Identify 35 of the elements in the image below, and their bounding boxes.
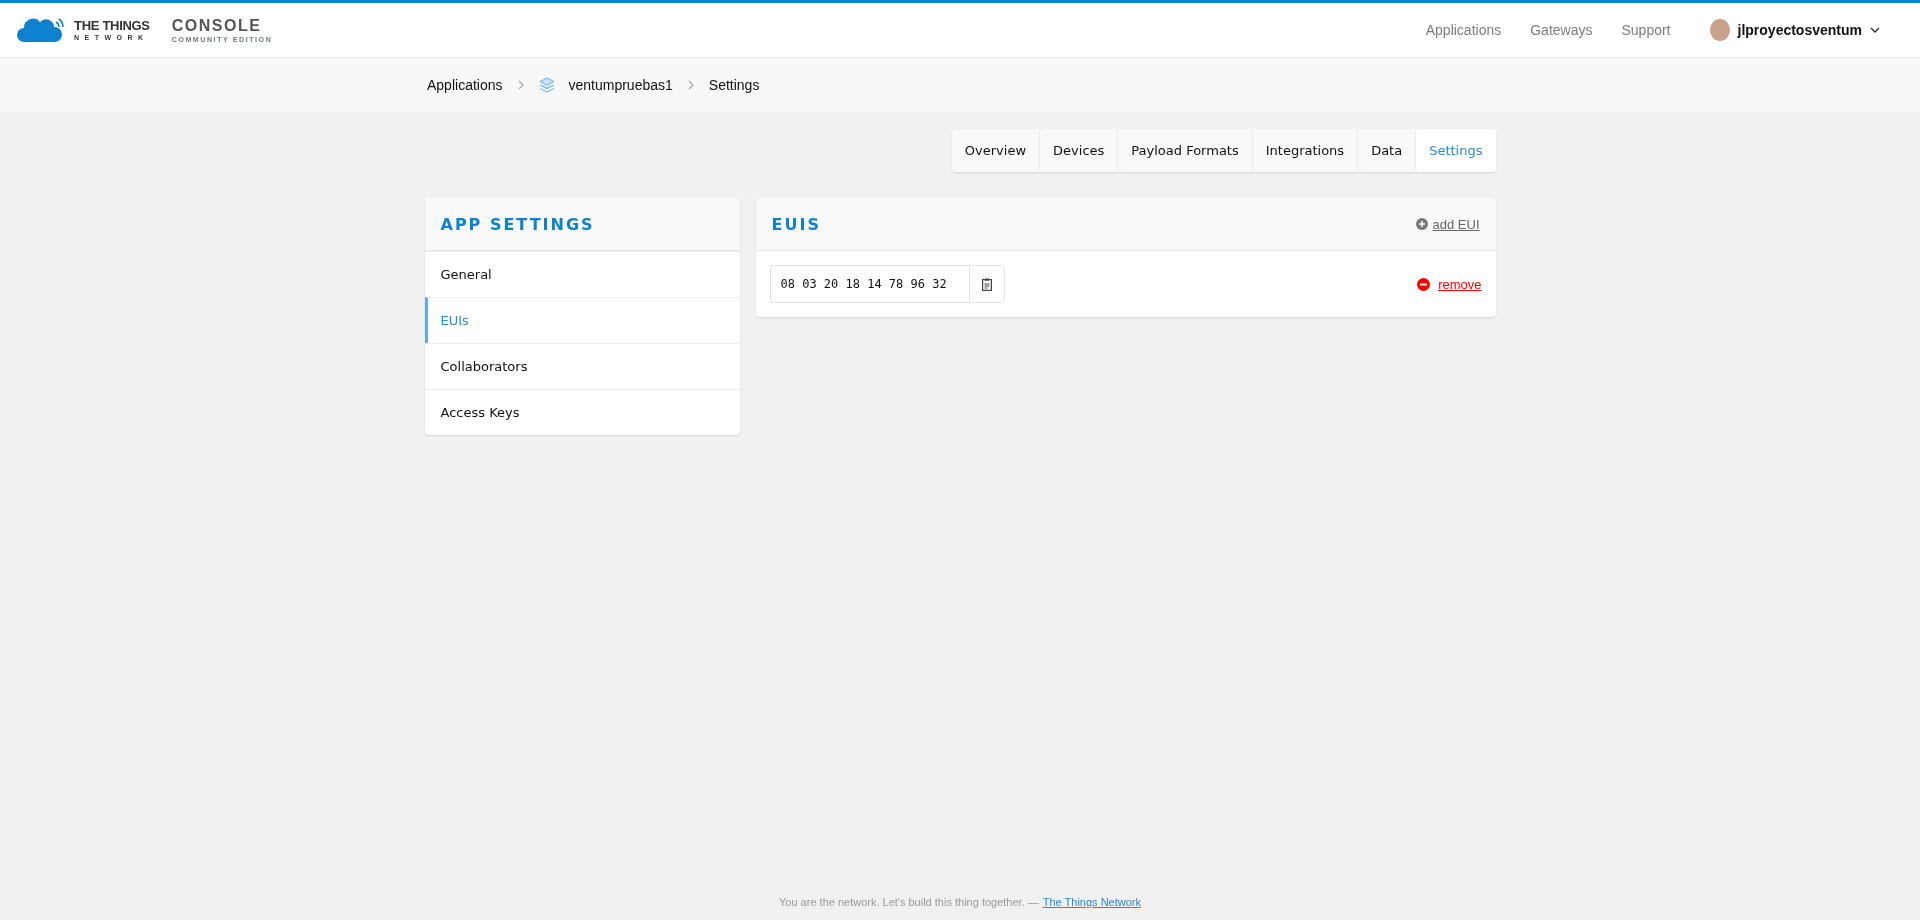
avatar-icon: [1709, 19, 1730, 41]
tab[interactable]: Overview: [951, 129, 1040, 172]
brand-name: THE THINGS: [74, 19, 150, 32]
tab[interactable]: Devices: [1039, 129, 1118, 172]
minus-circle-icon: [1417, 277, 1431, 291]
nav-link[interactable]: Support: [1621, 22, 1671, 38]
layers-icon: [538, 77, 555, 93]
plus-circle-icon: [1415, 218, 1428, 230]
product-name: CONSOLE: [171, 17, 263, 34]
nav-link[interactable]: Applications: [1425, 22, 1502, 38]
user-menu[interactable]: jlproyectosventum: [1709, 19, 1880, 41]
remove-link[interactable]: remove: [1417, 276, 1482, 292]
sidebar-item[interactable]: Access Keys: [424, 389, 740, 435]
cloud-logo-icon: [16, 16, 66, 44]
add-eui-link[interactable]: add EUI: [1415, 216, 1480, 232]
sidebar-item[interactable]: Collaborators: [424, 343, 740, 389]
chevron-icon: [686, 80, 695, 90]
copy-button[interactable]: [968, 265, 1005, 303]
tab[interactable]: Data: [1357, 129, 1416, 172]
tab[interactable]: Payload Formats: [1117, 129, 1252, 172]
panel-title: APP SETTINGS: [440, 214, 595, 234]
sidebar-item[interactable]: EUIs: [424, 297, 740, 343]
clipboard-icon: [981, 277, 992, 291]
eui-field[interactable]: 08 03 20 18 14 78 96 32: [769, 265, 969, 303]
chevron-icon: [516, 80, 525, 90]
breadcrumb-link[interactable]: Settings: [708, 77, 760, 93]
tab[interactable]: Settings: [1415, 129, 1496, 172]
footer-text: You are the network. Let's build this thing together. —: [779, 896, 1039, 908]
tab[interactable]: Integrations: [1251, 129, 1358, 172]
nav-link[interactable]: Gateways: [1530, 22, 1593, 38]
panel-title: EUIS: [771, 214, 821, 234]
breadcrumb-link[interactable]: ventumpruebas1: [568, 77, 673, 93]
sidebar-item[interactable]: General: [424, 251, 740, 297]
breadcrumb-link[interactable]: Applications: [427, 77, 503, 93]
caret-icon: [1870, 27, 1880, 33]
